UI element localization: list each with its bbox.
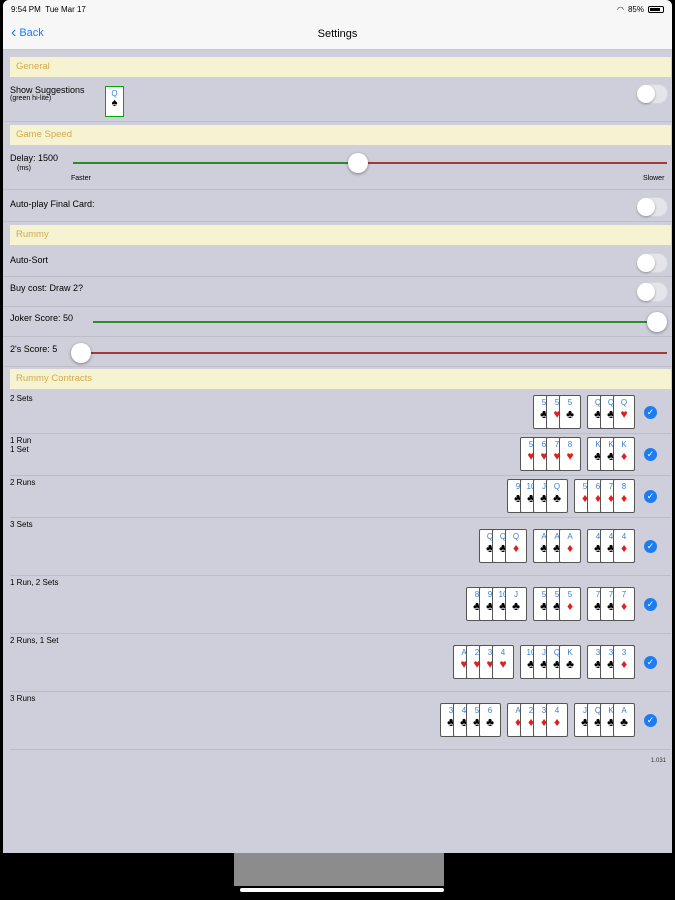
playing-card: A ♣ [613,703,635,737]
playing-card: 4 ♦ [613,529,635,563]
settings-screen: 9:54 PM Tue Mar 17 ◠ 85% ‹ Back Settings… [3,0,672,853]
playing-card: A ♦ [559,529,581,563]
status-bar: 9:54 PM Tue Mar 17 ◠ 85% [3,0,672,20]
contract-label: 3 Runs [10,694,36,703]
checkmark-icon[interactable]: ✓ [644,490,657,503]
contract-label: 1 Run 1 Set [10,436,32,454]
wifi-icon: ◠ [617,5,624,14]
playing-card: 4 ♥ [492,645,514,679]
checkmark-icon[interactable]: ✓ [644,406,657,419]
page-title: Settings [317,28,358,40]
delay-track-min [73,162,358,164]
autosort-toggle[interactable] [636,253,668,273]
twos-score-label: 2's Score: 5 [10,344,58,354]
joker-slider-thumb[interactable] [647,312,667,332]
autoplay-label: Auto-play Final Card: [10,199,95,209]
playing-card: 8 ♥ [559,437,581,471]
joker-score-slider[interactable] [93,312,667,332]
home-indicator[interactable] [240,888,444,892]
playing-card: 5 ♣ [559,395,581,429]
delay-min-label: Faster [71,175,91,182]
contract-label: 2 Sets [10,394,33,403]
twos-score-slider[interactable] [71,343,667,363]
delay-max-label: Slower [643,175,665,182]
buy-cost-toggle[interactable] [636,282,668,302]
autoplay-toggle[interactable] [636,197,668,217]
battery-percent: 85% [627,5,644,14]
delay-slider[interactable] [73,153,667,173]
checkmark-icon[interactable]: ✓ [644,448,657,461]
contract-label: 2 Runs, 1 Set [10,636,59,645]
section-header-rummy: Rummy [10,225,671,245]
device-frame: 9:54 PM Tue Mar 17 ◠ 85% ‹ Back Settings… [3,0,672,900]
delay-slider-thumb[interactable] [348,153,368,173]
playing-card: Q ♦ [505,529,527,563]
navigation-bar: ‹ Back Settings [3,20,672,50]
playing-card: K ♦ [613,437,635,471]
checkmark-icon[interactable]: ✓ [644,656,657,669]
playing-card: J ♣ [505,587,527,621]
playing-card: 6 ♣ [479,703,501,737]
autosort-label: Auto-Sort [10,255,49,265]
delay-track-max [358,162,667,164]
version-label: 1.031 [650,758,666,764]
show-suggestions-label: Show Suggestions (green hi-lite) [10,85,85,102]
battery-icon [648,6,664,13]
contract-label: 1 Run, 2 Sets [10,578,59,587]
checkmark-icon[interactable]: ✓ [644,540,657,553]
section-header-rummy-contracts: Rummy Contracts [10,369,671,389]
home-overlay [234,853,444,886]
delay-unit-label: (ms) [17,165,31,172]
section-header-game-speed: Game Speed [10,125,671,145]
playing-card: 8 ♦ [613,479,635,513]
section-header-general: General [10,57,671,77]
status-time: 9:54 PM Tue Mar 17 [11,5,86,14]
playing-card: 4 ♦ [546,703,568,737]
twos-slider-thumb[interactable] [71,343,91,363]
status-right: ◠ 85% [617,5,664,14]
contract-label: 2 Runs [10,478,36,487]
checkmark-icon[interactable]: ✓ [644,714,657,727]
show-suggestions-toggle[interactable] [636,84,668,104]
joker-score-label: Joker Score: 50 [10,313,74,323]
checkmark-icon[interactable]: ✓ [644,598,657,611]
playing-card: 5 ♦ [559,587,581,621]
delay-label: Delay: 1500 [10,153,59,163]
buy-cost-label: Buy cost: Draw 2? [10,283,84,293]
suggestion-preview-card: Q ♠ [105,86,124,117]
playing-card: 3 ♦ [613,645,635,679]
playing-card: K ♣ [559,645,581,679]
show-suggestions-sublabel: (green hi-lite) [10,95,52,102]
contract-label: 3 Sets [10,520,33,529]
playing-card: Q ♥ [613,395,635,429]
playing-card: 7 ♦ [613,587,635,621]
playing-card: Q ♣ [546,479,568,513]
